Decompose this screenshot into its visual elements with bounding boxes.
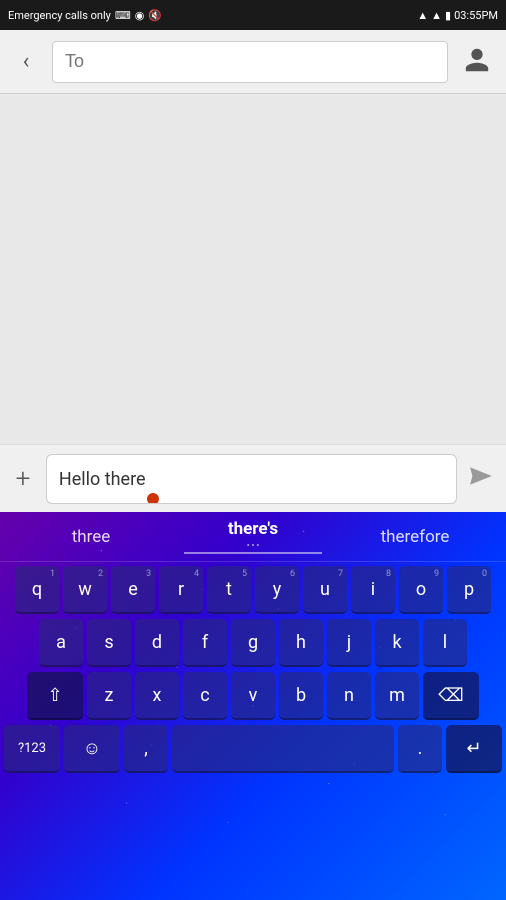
key-y[interactable]: 6y	[255, 566, 299, 614]
key-v[interactable]: v	[231, 672, 275, 720]
battery-status-icon: ▮	[445, 9, 451, 22]
key-w[interactable]: 2w	[63, 566, 107, 614]
suggestion-dots: • • •	[184, 541, 322, 550]
key-m[interactable]: m	[375, 672, 419, 720]
key-row-4: ?123 ☺ , . ↵	[4, 725, 502, 773]
key-t[interactable]: 5t	[207, 566, 251, 614]
compose-input[interactable]: Hello there	[46, 454, 457, 504]
key-z[interactable]: z	[87, 672, 131, 720]
signal-status-icon: ▲	[431, 9, 442, 22]
space-key[interactable]	[172, 725, 394, 773]
key-a[interactable]: a	[39, 619, 83, 667]
key-u[interactable]: 7u	[303, 566, 347, 614]
status-left: Emergency calls only ⌨ ◉ 🔇	[8, 9, 162, 22]
send-icon	[468, 463, 494, 495]
cursor-dot	[147, 493, 159, 504]
key-j[interactable]: j	[327, 619, 371, 667]
period-key[interactable]: .	[398, 725, 442, 773]
key-i[interactable]: 8i	[351, 566, 395, 614]
contact-icon	[463, 46, 491, 78]
add-icon: +	[16, 464, 31, 494]
key-h[interactable]: h	[279, 619, 323, 667]
to-input[interactable]	[52, 41, 448, 83]
suggestion-therefore[interactable]: therefore	[334, 523, 496, 551]
key-f[interactable]: f	[183, 619, 227, 667]
key-o[interactable]: 9o	[399, 566, 443, 614]
suggestion-three[interactable]: three	[10, 523, 172, 551]
status-right: ▲ ▲ ▮ 03:55PM	[417, 9, 498, 22]
mute-status-icon: 🔇	[148, 9, 162, 22]
key-b[interactable]: b	[279, 672, 323, 720]
add-button[interactable]: +	[8, 461, 38, 497]
key-x[interactable]: x	[135, 672, 179, 720]
wifi-status-icon: ▲	[417, 9, 428, 22]
compose-bar: + Hello there	[0, 444, 506, 512]
message-area	[0, 94, 506, 444]
key-s[interactable]: s	[87, 619, 131, 667]
key-row-3: ⇧ z x c v b n m ⌫	[4, 672, 502, 720]
time-display: 03:55PM	[454, 9, 498, 22]
shift-key[interactable]: ⇧	[27, 672, 83, 720]
suggestions-bar: three there's • • • therefore	[0, 512, 506, 562]
key-g[interactable]: g	[231, 619, 275, 667]
key-n[interactable]: n	[327, 672, 371, 720]
suggestion-theres[interactable]: there's • • •	[172, 515, 334, 558]
delete-key[interactable]: ⌫	[423, 672, 479, 720]
key-q[interactable]: 1q	[15, 566, 59, 614]
sym-key[interactable]: ?123	[4, 725, 60, 773]
android-status-icon: ◉	[135, 9, 145, 22]
emoji-key[interactable]: ☺	[64, 725, 120, 773]
key-row-1: 1q 2w 3e 4r 5t 6y 7u 8i 9o 0p	[4, 566, 502, 614]
key-d[interactable]: d	[135, 619, 179, 667]
keyboard: three there's • • • therefore 1q 2w 3e 4…	[0, 512, 506, 900]
keys-area: 1q 2w 3e 4r 5t 6y 7u 8i 9o 0p a s d f g …	[0, 562, 506, 773]
key-k[interactable]: k	[375, 619, 419, 667]
compose-message-text: Hello there	[59, 469, 146, 490]
back-button[interactable]: ‹	[8, 44, 44, 80]
key-e[interactable]: 3e	[111, 566, 155, 614]
key-p[interactable]: 0p	[447, 566, 491, 614]
emergency-text: Emergency calls only	[8, 9, 111, 22]
send-button[interactable]	[465, 459, 498, 499]
comma-key[interactable]: ,	[124, 725, 168, 773]
key-r[interactable]: 4r	[159, 566, 203, 614]
key-row-2: a s d f g h j k l	[4, 619, 502, 667]
top-bar: ‹	[0, 30, 506, 94]
key-l[interactable]: l	[423, 619, 467, 667]
key-c[interactable]: c	[183, 672, 227, 720]
back-icon: ‹	[23, 49, 30, 74]
enter-key[interactable]: ↵	[446, 725, 502, 773]
keyboard-status-icon: ⌨	[115, 9, 131, 22]
status-bar: Emergency calls only ⌨ ◉ 🔇 ▲ ▲ ▮ 03:55PM	[0, 0, 506, 30]
contact-button[interactable]	[456, 41, 498, 83]
